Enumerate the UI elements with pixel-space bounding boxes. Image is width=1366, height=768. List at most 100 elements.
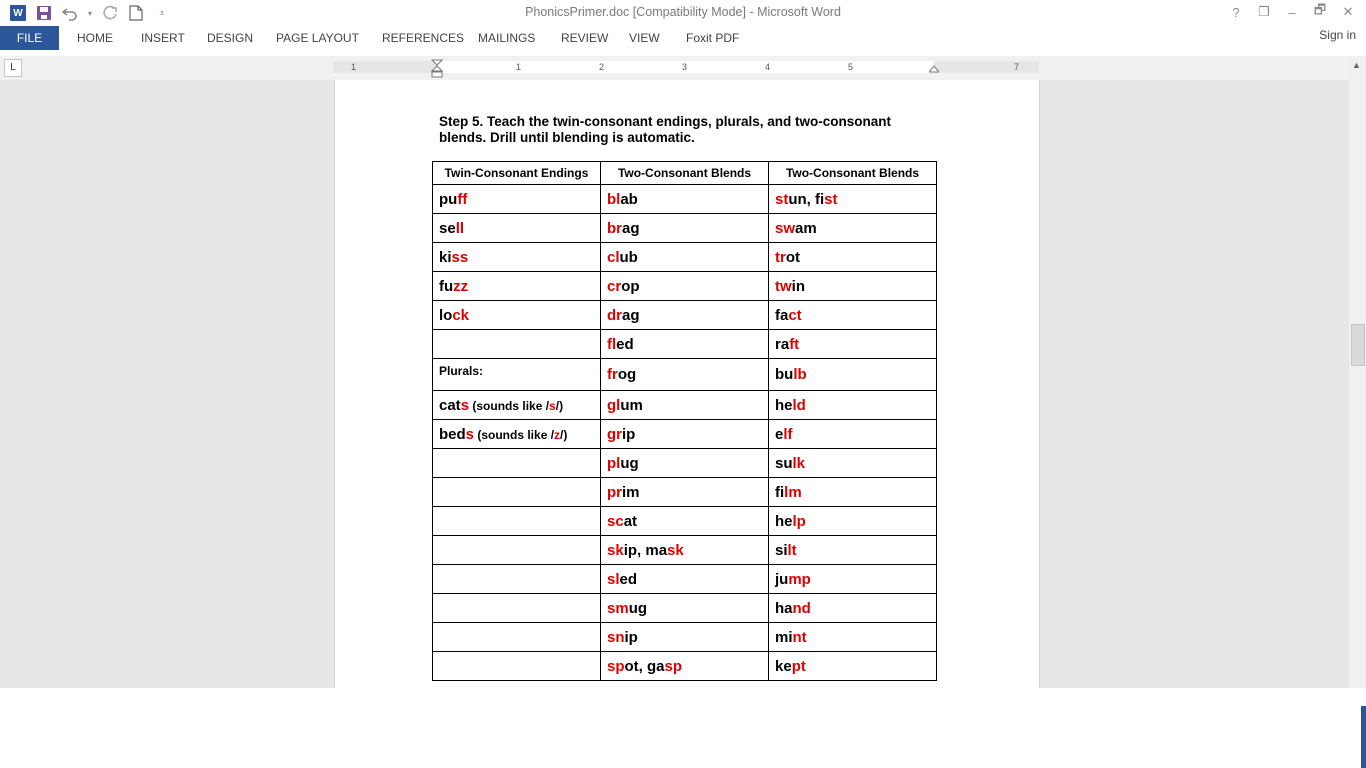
cell-text: cl [607, 248, 620, 266]
table-cell[interactable]: film [768, 477, 937, 507]
cell-text: fu [439, 277, 454, 295]
step-heading: Step 5. Teach the twin-consonant endings… [439, 114, 892, 145]
minimize-icon[interactable]: – [1280, 2, 1304, 22]
restore-icon[interactable]: 🗗 [1308, 2, 1332, 22]
title-bar: W ▾ ⩡ PhonicsPrimer.doc [Compatibility M… [0, 0, 1366, 26]
table-cell[interactable] [432, 622, 601, 652]
cell-text: fr [607, 366, 618, 383]
table-cell[interactable]: crop [600, 271, 769, 301]
table-cell[interactable]: puff [432, 184, 601, 214]
cell-text: /) [555, 398, 564, 413]
table-cell[interactable]: jump [768, 564, 937, 594]
table-cell[interactable] [432, 651, 601, 681]
table-cell[interactable]: hand [768, 593, 937, 623]
table-cell[interactable]: elf [768, 419, 937, 449]
table-cell[interactable]: scat [600, 506, 769, 536]
cell-text: ab [620, 190, 638, 208]
cell-text: ki [439, 248, 452, 266]
table-cell[interactable] [432, 448, 601, 478]
cell-text: sk [607, 541, 624, 559]
table-cell[interactable]: Plurals: [432, 358, 601, 391]
table-cell[interactable]: cats (sounds like /s/) [432, 390, 601, 420]
cell-text: ot, ga [624, 657, 665, 675]
tab-home[interactable]: HOME [75, 26, 115, 50]
table-cell[interactable]: smug [600, 593, 769, 623]
table-cell[interactable]: blab [600, 184, 769, 214]
table-cell[interactable]: drag [600, 300, 769, 330]
tab-references[interactable]: REFERENCES [380, 26, 466, 50]
vertical-scrollbar[interactable]: ▲ [1349, 58, 1366, 688]
table-cell[interactable]: sled [600, 564, 769, 594]
status-area [0, 688, 1366, 768]
table-cell[interactable]: kept [768, 651, 937, 681]
scroll-thumb[interactable] [1351, 324, 1365, 366]
cell-text: ft [789, 335, 800, 353]
table-cell[interactable]: stun, fist [768, 184, 937, 214]
cell-text: fa [775, 306, 789, 324]
table-cell[interactable]: frog [600, 358, 769, 391]
tab-selector[interactable]: L [4, 59, 22, 77]
table-cell[interactable] [432, 535, 601, 565]
document-area: Step 5. Teach the twin-consonant endings… [0, 80, 1349, 688]
scroll-up-icon[interactable]: ▲ [1352, 60, 1361, 70]
ribbon-display-options-icon[interactable]: ❐ [1252, 2, 1276, 22]
table-cell[interactable]: kiss [432, 242, 601, 272]
table-cell[interactable]: glum [600, 390, 769, 420]
help-icon[interactable]: ? [1224, 2, 1248, 22]
table-cell[interactable]: beds (sounds like /z/) [432, 419, 601, 449]
table-cell[interactable]: fled [600, 329, 769, 359]
tab-mailings[interactable]: MAILINGS [476, 26, 537, 50]
tab-design[interactable]: DESIGN [205, 26, 255, 50]
cell-text: ip [624, 628, 638, 646]
table-cell[interactable]: mint [768, 622, 937, 652]
table-cell[interactable]: silt [768, 535, 937, 565]
table-cell[interactable]: grip [600, 419, 769, 449]
cell-text: lk [792, 454, 806, 472]
table-cell[interactable]: lock [432, 300, 601, 330]
table-cell[interactable] [432, 506, 601, 536]
table-cell[interactable]: sell [432, 213, 601, 243]
tab-file[interactable]: FILE [0, 26, 59, 50]
table-cell[interactable]: fuzz [432, 271, 601, 301]
cell-text: lp [792, 512, 806, 530]
table-cell[interactable]: brag [600, 213, 769, 243]
table-cell[interactable]: sulk [768, 448, 937, 478]
table-cell[interactable]: bulb [768, 358, 937, 391]
table-cell[interactable] [432, 593, 601, 623]
cell-text: bl [607, 190, 621, 208]
cell-text: ju [775, 570, 789, 588]
table-row: fled raft [432, 329, 937, 359]
table-cell[interactable]: fact [768, 300, 937, 330]
table-cell[interactable]: snip [600, 622, 769, 652]
document-page[interactable]: Step 5. Teach the twin-consonant endings… [334, 80, 1040, 688]
table-cell[interactable]: trot [768, 242, 937, 272]
right-indent-marker-icon[interactable] [929, 65, 939, 73]
table-cell[interactable]: help [768, 506, 937, 536]
tab-foxit-pdf[interactable]: Foxit PDF [684, 26, 741, 50]
tab-page-layout[interactable]: PAGE LAYOUT [274, 26, 361, 50]
table-cell[interactable]: club [600, 242, 769, 272]
sign-in-link[interactable]: Sign in [1319, 28, 1356, 42]
table-cell[interactable]: swam [768, 213, 937, 243]
table-cell[interactable] [432, 329, 601, 359]
tab-review[interactable]: REVIEW [559, 26, 610, 50]
cell-text: ip [622, 425, 636, 443]
tab-view[interactable]: VIEW [627, 26, 662, 50]
table-cell[interactable]: skip, mask [600, 535, 769, 565]
table-cell[interactable]: twin [768, 271, 937, 301]
cell-text: un, fi [788, 190, 825, 208]
taskbar-edge [1361, 706, 1366, 768]
tab-insert[interactable]: INSERT [139, 26, 187, 50]
table-cell[interactable]: prim [600, 477, 769, 507]
table-cell[interactable] [432, 564, 601, 594]
cell-text: mp [788, 570, 811, 588]
table-cell[interactable]: spot, gasp [600, 651, 769, 681]
close-icon[interactable]: ✕ [1336, 2, 1360, 22]
table-cell[interactable]: plug [600, 448, 769, 478]
table-cell[interactable] [432, 477, 601, 507]
table-cell[interactable]: held [768, 390, 937, 420]
table-cell[interactable]: raft [768, 329, 937, 359]
indent-marker-icon[interactable] [431, 59, 443, 81]
horizontal-ruler[interactable]: 1 1 2 3 4 5 7 [333, 59, 1039, 78]
cell-text: tr [775, 248, 786, 266]
